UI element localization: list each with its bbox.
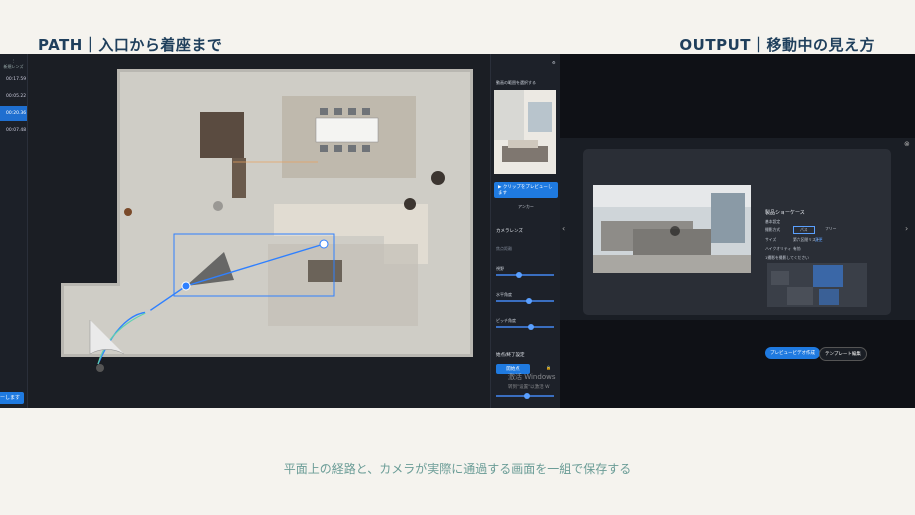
mode-option-path[interactable]: パス — [793, 226, 815, 234]
timestamp-item[interactable]: 00:07.48 — [0, 123, 27, 138]
new-lens-label: 新規レンズ — [3, 64, 24, 69]
timeline-slider-knob[interactable] — [524, 393, 530, 399]
timestamp-item[interactable]: 00:05.22 — [0, 89, 27, 104]
fov-slider[interactable] — [496, 272, 554, 278]
wood-cabinet — [200, 112, 244, 158]
header-left: PATH｜入口から着座まで — [38, 36, 223, 54]
caption: 平面上の経路と、カメラが実際に通過する画面を一組で保存する — [283, 462, 632, 476]
preview-title: 動画の範囲を選択する — [496, 80, 536, 85]
room-preview-thumbnail[interactable] — [494, 90, 556, 174]
menu-icon[interactable]: ⋮ — [12, 58, 16, 63]
mode-label: 撮影方式 — [765, 227, 781, 232]
settings-icon[interactable]: ⚙ — [552, 60, 556, 65]
side-lamp — [404, 198, 416, 210]
windows-watermark: 激活 Windows — [508, 373, 556, 381]
create-preview-video-button[interactable]: プレビュービデオ作成 — [765, 347, 820, 359]
floor-plan-svg — [61, 69, 473, 372]
header-right: OUTPUT｜移動中の見え方 — [679, 36, 875, 54]
floor-plan-canvas[interactable] — [28, 54, 490, 408]
path-waypoint[interactable] — [145, 309, 151, 315]
timeline-slider[interactable] — [496, 393, 554, 399]
windows-watermark-sub: 转到"设置"以激活 W — [508, 385, 550, 390]
path-note: 1撮影を撮影してください — [765, 255, 809, 260]
hq-value[interactable]: 有効 — [793, 246, 801, 252]
chevron-left-icon[interactable]: ‹ — [562, 224, 565, 233]
path-end-node[interactable] — [319, 239, 329, 249]
horizontal-slider-knob[interactable] — [526, 298, 532, 304]
mini-floor-map — [767, 263, 867, 307]
size-label: サイズ — [765, 237, 777, 242]
lock-icon[interactable]: 🔒 — [546, 365, 551, 370]
left-sidebar: ⋮ 新規レンズ 00:17.59 00:05.22 00:20.36 00:07.… — [0, 54, 28, 408]
video-preview[interactable] — [593, 185, 751, 273]
pitch-slider[interactable] — [496, 324, 554, 330]
slider-label-pitch: ピッチ角度 — [496, 318, 516, 323]
product-showcase-modal: 製品ショーケース 基本設定 撮影方式 パス フリー サイズ 第六区間リスト 変更… — [583, 149, 891, 361]
slider-label-fov: 視野 — [496, 266, 504, 271]
camera-lens-section: カメラレンズ — [496, 229, 523, 234]
basic-settings-label: 基本設定 — [765, 219, 781, 224]
start-end-section: 始点/終了設定 — [496, 353, 525, 358]
clip-preview-button[interactable]: ▶ クリップをプレビューします — [494, 182, 558, 198]
dining-table — [315, 117, 379, 143]
chevron-right-icon[interactable]: › — [905, 224, 908, 233]
plant-pot — [124, 208, 132, 216]
side-unit — [232, 158, 246, 198]
timestamp-item-active[interactable]: 00:20.36 — [0, 106, 27, 121]
horizontal-slider[interactable] — [496, 298, 554, 304]
slider-label-horizontal: 水平角度 — [496, 292, 512, 297]
focal-length-label: 焦点距離 — [496, 246, 512, 251]
fov-slider-knob[interactable] — [516, 272, 522, 278]
close-icon[interactable]: ⊗ — [904, 140, 910, 148]
size-change-link[interactable]: 変更 — [815, 237, 823, 243]
anchor-label[interactable]: アンカー — [518, 204, 534, 210]
mode-option-free[interactable]: フリー — [819, 226, 842, 232]
sidebar-top-label: ⋮ 新規レンズ — [0, 54, 27, 70]
coffee-table — [308, 260, 342, 282]
camera-node[interactable] — [181, 281, 191, 291]
path-start-marker[interactable] — [96, 364, 104, 372]
stool — [213, 201, 223, 211]
modal-title: 製品ショーケース — [765, 210, 805, 216]
pitch-slider-knob[interactable] — [528, 324, 534, 330]
pause-icon[interactable] — [670, 226, 680, 236]
timestamp-item[interactable]: 00:17.59 — [0, 72, 27, 87]
living-rug — [268, 244, 418, 326]
app-screenshot: ⋮ 新規レンズ 00:17.59 00:05.22 00:20.36 00:07.… — [0, 54, 915, 408]
sidebar-action-button[interactable]: ーします — [0, 392, 24, 404]
floor-lamp — [431, 171, 445, 185]
hq-label: ハイクオリティ — [765, 246, 792, 251]
edit-template-button[interactable]: テンプレート編集 — [819, 347, 867, 361]
